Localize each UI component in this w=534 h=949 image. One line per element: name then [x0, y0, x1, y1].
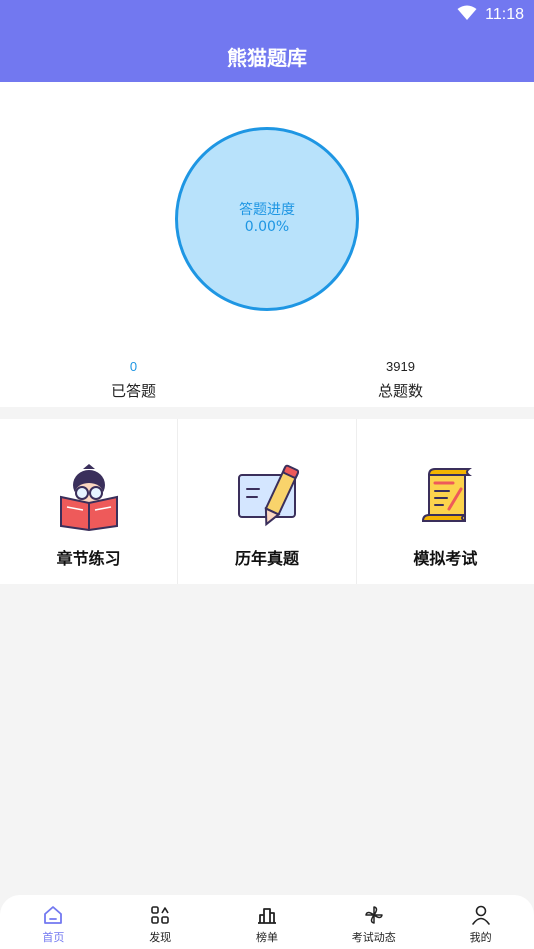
nav-label: 考试动态	[351, 931, 396, 944]
chapter-practice-button[interactable]: 章节练习	[0, 419, 179, 584]
mock-exam-button[interactable]: 模拟考试	[357, 419, 534, 584]
nav-label: 发现	[149, 931, 172, 944]
feature-label: 模拟考试	[413, 549, 478, 568]
pencil-paper-icon	[237, 464, 299, 527]
progress-value: 0.00%	[244, 219, 290, 235]
nav-label: 首页	[42, 931, 65, 944]
answered-label: 已答题	[110, 382, 156, 400]
progress-section: 答题进度 0.00% 0 已答题 3919 总题数	[0, 82, 534, 407]
answered-count: 0	[129, 359, 138, 374]
reading-student-icon	[59, 464, 118, 531]
status-bar: 11:18	[0, 0, 534, 30]
discover-icon	[151, 906, 169, 924]
answered-stat: 0 已答题	[0, 358, 267, 401]
feature-label: 历年真题	[234, 549, 299, 568]
bottom-nav: 首页 发现 榜单 考试动态 我的	[0, 895, 534, 949]
ranking-icon	[257, 908, 276, 924]
past-exams-button[interactable]: 历年真题	[178, 419, 357, 584]
pinwheel-icon	[365, 906, 383, 924]
app-header: 熊猫题库	[0, 30, 534, 82]
progress-label: 答题进度	[239, 202, 295, 218]
home-icon	[44, 906, 63, 924]
scroll-icon	[422, 468, 473, 522]
feature-label: 章节练习	[56, 549, 121, 568]
nav-item-home[interactable]: 首页	[0, 895, 107, 949]
progress-circle: 答题进度 0.00%	[175, 127, 359, 311]
nav-label: 我的	[469, 931, 492, 944]
wifi-icon	[457, 5, 477, 26]
nav-item-profile[interactable]: 我的	[427, 895, 534, 949]
total-count: 3919	[386, 359, 415, 374]
nav-item-discover[interactable]: 发现	[107, 895, 214, 949]
page-title: 熊猫题库	[227, 45, 307, 70]
nav-label: 榜单	[255, 931, 278, 944]
profile-icon	[471, 905, 490, 925]
nav-item-exam-news[interactable]: 考试动态	[320, 895, 427, 949]
total-stat: 3919 总题数	[267, 358, 534, 401]
nav-item-ranking[interactable]: 榜单	[214, 895, 321, 949]
feature-grid: 章节练习 历年真题 模拟考试	[0, 419, 534, 584]
total-label: 总题数	[377, 382, 423, 400]
status-time: 11:18	[485, 6, 524, 23]
